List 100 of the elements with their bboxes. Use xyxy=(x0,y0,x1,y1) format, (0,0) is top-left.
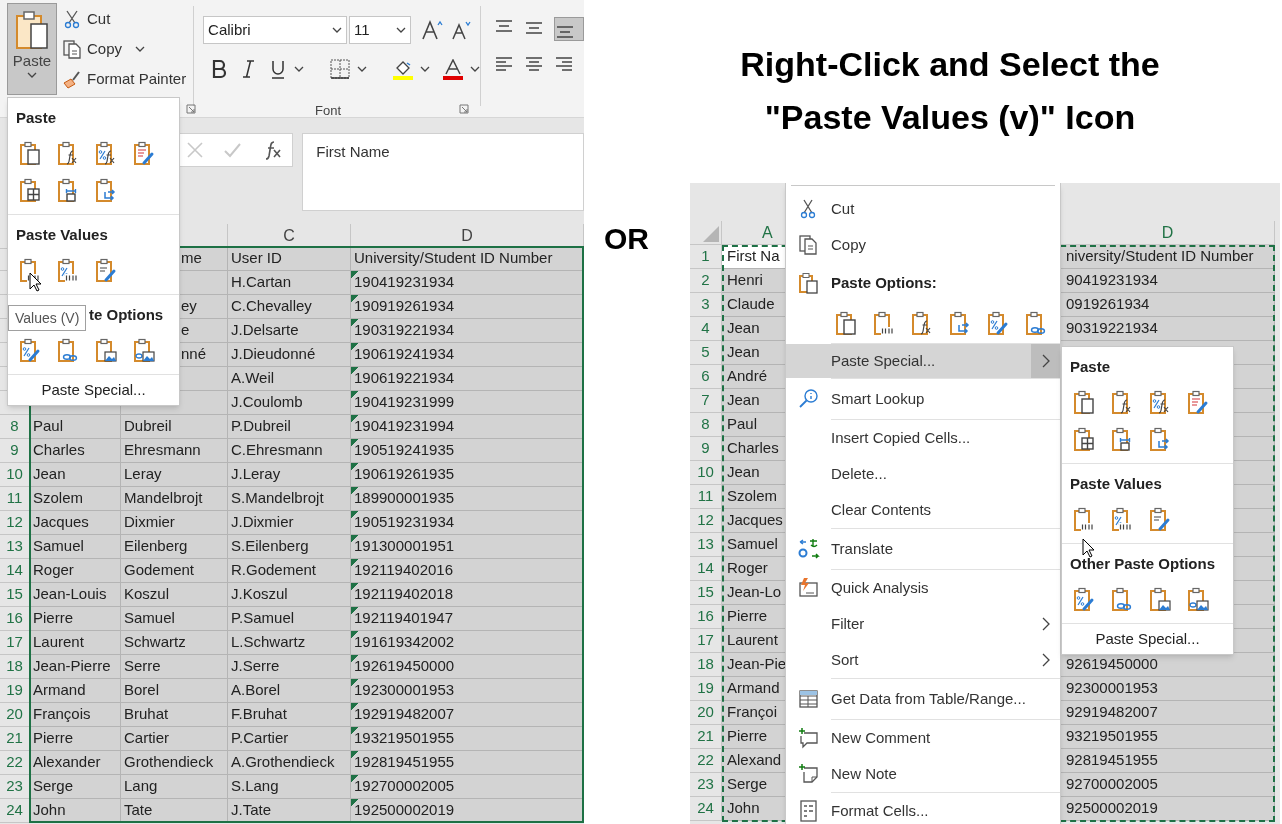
paste-option-icon[interactable] xyxy=(1024,310,1048,336)
row-number: 21 xyxy=(0,727,30,751)
check-icon[interactable] xyxy=(223,141,244,159)
table-cell: Charles xyxy=(30,439,121,463)
table-cell: J.Koszul xyxy=(228,583,351,607)
copy-button[interactable]: Copy xyxy=(62,38,187,60)
table-cell: J.Dixmier xyxy=(228,511,351,535)
table-cell: L.Schwartz xyxy=(228,631,351,655)
table-cell: 190619221934 xyxy=(351,367,584,391)
section-title: Paste Values xyxy=(1070,474,1162,494)
table-cell: Samuel xyxy=(30,535,121,559)
table-cell: University/Student ID Number xyxy=(351,247,584,271)
paste-option-icon[interactable] xyxy=(872,310,896,336)
table-cell: 92619450000 xyxy=(1061,653,1275,677)
row-number: 20 xyxy=(0,703,30,727)
table-cell: 92500002019 xyxy=(1061,797,1275,821)
borders-icon[interactable] xyxy=(330,59,351,79)
clipboard-icon xyxy=(797,272,820,294)
font-name-field[interactable]: Calibri xyxy=(203,16,348,44)
table-cell: J.Tate xyxy=(228,799,351,823)
table-cell: 192119401947 xyxy=(351,607,584,631)
font-color-icon[interactable] xyxy=(443,58,464,80)
section-title: Paste xyxy=(1070,357,1111,377)
table-cell: 190319221934 xyxy=(351,319,584,343)
paste-special-link[interactable]: Paste Special... xyxy=(1095,627,1200,651)
table-cell: Grothendieck xyxy=(121,751,228,775)
menu-item[interactable]: Paste Special... xyxy=(786,344,1060,378)
table-cell: 92919482007 xyxy=(1061,701,1275,725)
table-cell: 190619241934 xyxy=(351,343,584,367)
paste-option-icon[interactable] xyxy=(986,310,1010,336)
row-number: 15 xyxy=(0,583,30,607)
row-number: 14 xyxy=(0,559,30,583)
table-cell: J.Serre xyxy=(228,655,351,679)
table-cell: P.Samuel xyxy=(228,607,351,631)
caret-icon[interactable] xyxy=(470,66,481,72)
table-cell: R.Godement xyxy=(228,559,351,583)
row-number: 12 xyxy=(0,511,30,535)
grow-font-icon[interactable] xyxy=(421,19,444,41)
table-cell: Jean-Louis xyxy=(30,583,121,607)
table-cell: User ID xyxy=(228,247,351,271)
format-painter-button[interactable]: Format Painter xyxy=(62,68,187,90)
table-cell: 192500002019 xyxy=(351,799,584,823)
table-cell: François xyxy=(30,703,121,727)
row-number: 16 xyxy=(0,607,30,631)
paste-button[interactable]: Paste xyxy=(7,3,57,95)
pointer-icon xyxy=(1082,538,1096,559)
table-cell: 192919482007 xyxy=(351,703,584,727)
align-icon[interactable] xyxy=(554,17,584,41)
caret-icon[interactable] xyxy=(294,66,305,72)
row-number: 16 xyxy=(690,605,722,629)
table-cell: S.Mandelbrojt xyxy=(228,487,351,511)
group-label: Font xyxy=(315,102,342,120)
formula-field[interactable]: First Name xyxy=(302,133,584,211)
table-cell: 189900001935 xyxy=(351,487,584,511)
table-cell: Alexander xyxy=(30,751,121,775)
table-cell: Cartier xyxy=(121,727,228,751)
table-cell: C.Ehresmann xyxy=(228,439,351,463)
table-cell: J.Dieudonné xyxy=(228,343,351,367)
pointer-icon xyxy=(29,272,43,293)
cut-button[interactable]: Cut xyxy=(62,8,187,30)
italic-icon[interactable] xyxy=(240,59,257,79)
table-cell: Godement xyxy=(121,559,228,583)
table-cell: 192700002005 xyxy=(351,775,584,799)
table-cell: 192119402016 xyxy=(351,559,584,583)
row-number: 6 xyxy=(690,365,722,389)
row-number: 23 xyxy=(0,775,30,799)
table-cell: J.Delsarte xyxy=(228,319,351,343)
table-cell: 190519241935 xyxy=(351,439,584,463)
heading-line: "Paste Values (v)" Icon xyxy=(764,97,1136,138)
bold-icon[interactable] xyxy=(211,59,228,79)
table-cell: 190419231934 xyxy=(351,271,584,295)
menu-icon xyxy=(797,763,820,785)
table-cell: Pierre xyxy=(30,607,121,631)
paste-option-icon[interactable] xyxy=(948,310,972,336)
clipboard-icon xyxy=(15,10,49,50)
section-title: Paste Options: xyxy=(831,272,937,293)
table-cell: A.Grothendieck xyxy=(228,751,351,775)
paste-option-icon[interactable] xyxy=(834,310,858,336)
table-cell: 90319221934 xyxy=(1061,317,1275,341)
row-number: 24 xyxy=(0,799,30,823)
table-cell: S.Lang xyxy=(228,775,351,799)
table-cell: 192819451955 xyxy=(351,751,584,775)
table-cell: Borel xyxy=(121,679,228,703)
paste-special-link[interactable]: Paste Special... xyxy=(41,378,146,402)
caret-icon[interactable] xyxy=(357,66,368,72)
table-cell: Lang xyxy=(121,775,228,799)
table-cell: 191619342002 xyxy=(351,631,584,655)
table-cell: Dixmier xyxy=(121,511,228,535)
table-cell: Serre xyxy=(121,655,228,679)
font-size-field[interactable]: 11 xyxy=(349,16,412,44)
table-cell: Bruhat xyxy=(121,703,228,727)
dialog-launcher-icon[interactable] xyxy=(459,104,470,114)
caret-icon[interactable] xyxy=(420,66,431,72)
or-label: OR xyxy=(604,221,649,257)
menu-icon xyxy=(797,688,820,710)
dialog-launcher-icon[interactable] xyxy=(186,104,196,114)
table-cell: Mandelbrojt xyxy=(121,487,228,511)
caret-icon xyxy=(396,27,407,33)
table-cell: 192619450000 xyxy=(351,655,584,679)
tooltip: Values (V) xyxy=(8,305,87,331)
